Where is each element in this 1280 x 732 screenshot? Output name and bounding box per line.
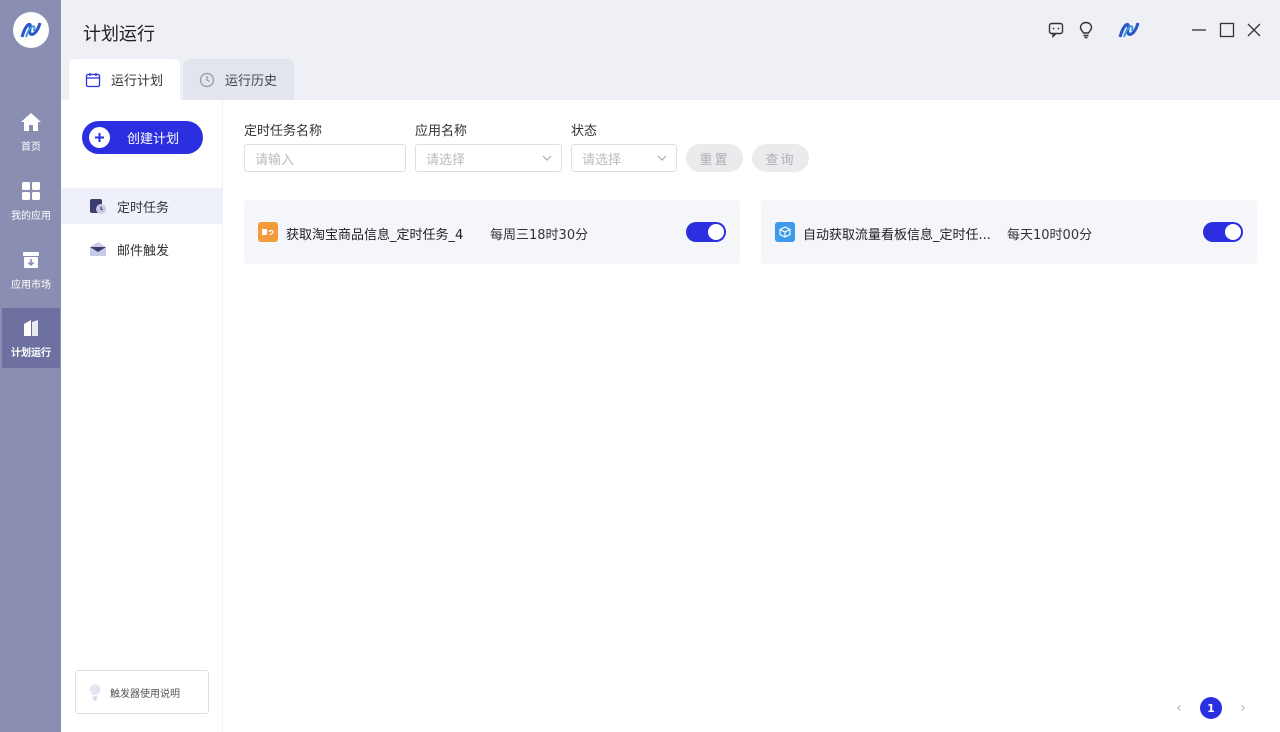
task-schedule: 每周三18时30分	[490, 228, 589, 243]
task-schedule: 每天10时00分	[1007, 228, 1093, 243]
schedule-run-icon	[24, 319, 38, 336]
task-enable-toggle[interactable]	[686, 222, 726, 242]
rail-item-my-apps[interactable]: 我的应用	[2, 171, 60, 231]
app-name-filter-label: 应用名称	[415, 124, 468, 139]
mail-trigger-icon	[90, 242, 106, 256]
tab-label: 运行计划	[111, 74, 164, 89]
toggle-knob	[708, 224, 724, 240]
next-page-button[interactable]: ›	[1235, 698, 1251, 718]
rail-item-label: 应用市场	[11, 279, 51, 291]
maximize-icon[interactable]	[1217, 20, 1237, 40]
task-card[interactable]: 自动获取流量看板信息_定时任... 每天10时00分	[761, 200, 1257, 264]
task-card[interactable]: 获取淘宝商品信息_定时任务_4 每周三18时30分	[244, 200, 740, 264]
rail-item-schedule-run[interactable]: 计划运行	[2, 308, 60, 368]
subnav-item-label: 定时任务	[117, 200, 170, 216]
sub-navigation: 创建计划 定时任务 邮件触发 触发器使用说明	[61, 100, 223, 732]
task-name-filter-label: 定时任务名称	[244, 124, 323, 139]
help-label: 触发器使用说明	[110, 688, 180, 700]
chevron-down-icon	[657, 155, 667, 161]
subnav-item-timed-task[interactable]: 定时任务	[61, 188, 223, 224]
task-name-input[interactable]: 请输入	[244, 144, 406, 172]
app-name-placeholder: 请选择	[426, 152, 466, 168]
task-name: 自动获取流量看板信息_定时任...	[803, 228, 991, 243]
chat-icon[interactable]	[1046, 20, 1066, 40]
taobao-app-icon	[258, 222, 278, 242]
rail-item-app-market[interactable]: 应用市场	[2, 240, 60, 300]
create-plan-button[interactable]: 创建计划	[82, 121, 203, 154]
cube-app-icon	[775, 222, 795, 242]
tab-run-history[interactable]: 运行历史	[183, 59, 294, 100]
minimize-icon[interactable]	[1189, 20, 1209, 40]
status-select[interactable]: 请选择	[571, 144, 677, 172]
main-content: 创建计划 定时任务 邮件触发 触发器使用说明 定时任务名称 请输入 应用名称 请…	[61, 100, 1280, 732]
page-number-button[interactable]: 1	[1200, 697, 1222, 719]
chevron-down-icon	[542, 155, 552, 161]
app-name-select[interactable]: 请选择	[415, 144, 562, 172]
status-placeholder: 请选择	[582, 152, 622, 168]
prev-page-button[interactable]: ‹	[1171, 698, 1187, 718]
task-name: 获取淘宝商品信息_定时任务_4	[286, 228, 464, 243]
rail-item-label: 我的应用	[11, 210, 51, 222]
tab-label: 运行历史	[225, 74, 278, 89]
home-icon	[21, 112, 41, 131]
header: 计划运行 运行计划 运行历史	[61, 0, 1280, 100]
status-filter-label: 状态	[571, 124, 598, 139]
app-logo-icon	[13, 12, 49, 48]
create-plan-label: 创建计划	[127, 132, 180, 147]
store-icon	[23, 251, 39, 268]
rail-item-home[interactable]: 首页	[2, 102, 60, 162]
lightbulb-icon	[89, 684, 101, 701]
close-icon[interactable]	[1244, 20, 1264, 40]
page-title: 计划运行	[83, 24, 155, 45]
reset-button[interactable]: 重置	[686, 144, 743, 172]
timer-task-icon	[90, 199, 106, 214]
rail-item-label: 计划运行	[11, 347, 51, 359]
rail-item-label: 首页	[21, 141, 41, 153]
trigger-help-button[interactable]: 触发器使用说明	[75, 670, 209, 714]
plus-icon	[89, 127, 110, 148]
avatar-logo-icon[interactable]	[1115, 17, 1143, 43]
toggle-knob	[1225, 224, 1241, 240]
left-rail: 首页 我的应用 应用市场 计划运行	[0, 0, 61, 732]
query-button[interactable]: 查询	[752, 144, 809, 172]
task-name-placeholder: 请输入	[255, 152, 295, 168]
calendar-icon	[85, 72, 101, 87]
task-enable-toggle[interactable]	[1203, 222, 1243, 242]
lightbulb-icon[interactable]	[1076, 20, 1096, 40]
subnav-item-mail-trigger[interactable]: 邮件触发	[61, 231, 223, 267]
apps-grid-icon	[22, 181, 40, 200]
tab-run-plan[interactable]: 运行计划	[69, 59, 180, 100]
clock-icon	[199, 72, 215, 87]
subnav-item-label: 邮件触发	[117, 243, 170, 259]
